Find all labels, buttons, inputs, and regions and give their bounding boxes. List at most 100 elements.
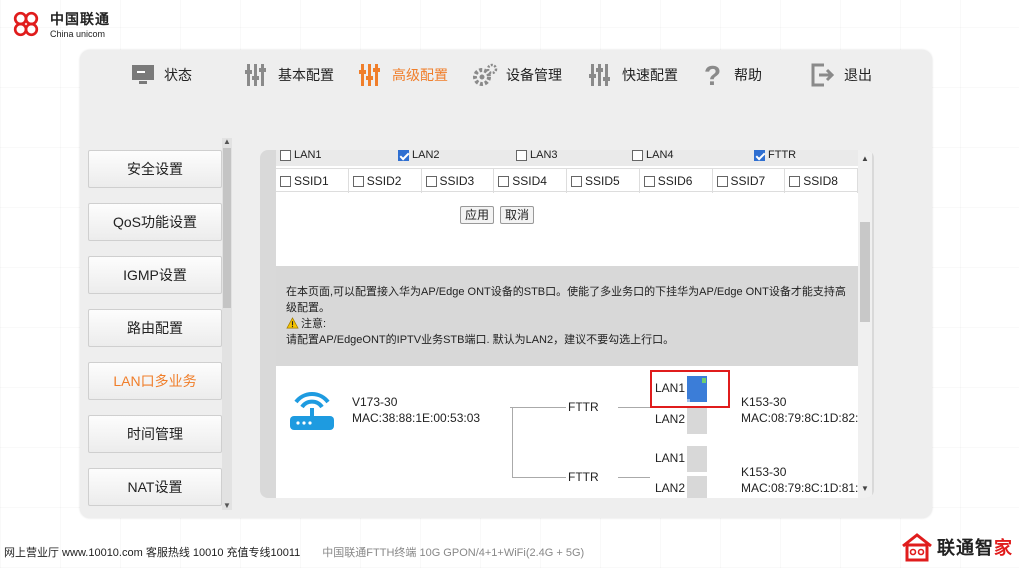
checkbox[interactable] <box>571 175 582 187</box>
port-option[interactable]: LAN4 <box>632 150 674 161</box>
port-label: LAN2 <box>412 150 440 161</box>
content-scrollbar[interactable]: ▲ ▼ <box>858 150 872 498</box>
nav-label: 帮助 <box>734 67 762 83</box>
footer-device-model: 中国联通FTTH终端 10G GPON/4+1+WiFi(2.4G + 5G) <box>322 547 585 559</box>
sub1-lan1-label: LAN1 <box>655 381 686 395</box>
link-line <box>510 407 566 408</box>
nav-status[interactable]: 状态 <box>130 58 192 92</box>
apply-button[interactable]: 应用 <box>460 206 495 224</box>
checkbox[interactable] <box>643 175 655 187</box>
sidebar-item-security[interactable]: 安全设置 <box>88 150 222 188</box>
cancel-button[interactable]: 取消 <box>500 206 535 224</box>
lan-port-icon[interactable] <box>686 444 708 474</box>
scroll-up-arrow-icon[interactable]: ▲ <box>222 138 232 146</box>
link-label-fttr: FTTR <box>568 400 599 414</box>
brand-text-accent: 家 <box>994 538 1013 558</box>
content-inner: LAN1 LAN2 LAN3 LAN4 FTTR SSID1 SSID2 SSI… <box>276 150 858 498</box>
checkbox[interactable] <box>632 150 643 161</box>
sub1-device-mac: MAC:08:79:8C:1D:82: <box>741 411 858 425</box>
checkbox[interactable] <box>498 175 510 187</box>
ssid-option[interactable]: SSID6 <box>640 169 713 193</box>
question-icon: ? <box>704 62 721 88</box>
checkbox[interactable] <box>280 150 291 161</box>
sub2-lan2-label: LAN2 <box>655 481 686 495</box>
scroll-down-arrow-icon[interactable]: ▼ <box>858 484 872 494</box>
nav-basic-config[interactable]: 基本配置 <box>244 58 334 92</box>
ssid-option[interactable]: SSID7 <box>713 169 786 193</box>
scroll-up-arrow-icon[interactable]: ▲ <box>858 154 872 164</box>
port-checkbox-row: LAN1 LAN2 LAN3 LAN4 FTTR <box>276 150 858 166</box>
nav-logout[interactable]: 退出 <box>810 58 872 92</box>
sub2-lan1-label: LAN1 <box>655 451 686 465</box>
logo-english: China unicom <box>50 29 106 39</box>
checkbox-checked[interactable] <box>398 150 409 161</box>
sidebar-item-qos[interactable]: QoS功能设置 <box>88 203 222 241</box>
ssid-option[interactable]: SSID4 <box>494 169 567 193</box>
sidebar-item-igmp[interactable]: IGMP设置 <box>88 256 222 294</box>
ssid-option[interactable]: SSID3 <box>422 169 495 193</box>
footer: 网上营业厅 www.10010.com 客服热线 10010 充值专线10011… <box>4 544 584 560</box>
lan-port-icon[interactable] <box>686 406 708 436</box>
warning-icon <box>286 317 299 329</box>
notice-text-2: 请配置AP/EdgeONT的IPTV业务STB端口. 默认为LAN2，建议不要勾… <box>286 334 675 346</box>
sidebar-item-routing[interactable]: 路由配置 <box>88 309 222 347</box>
sidebar-scroll-thumb[interactable] <box>223 148 231 308</box>
gear-icon <box>473 63 498 86</box>
checkbox-checked[interactable] <box>754 150 765 161</box>
nav-device-management[interactable]: 设备管理 <box>472 58 562 92</box>
sidebar: 安全设置 QoS功能设置 IGMP设置 路由配置 LAN口多业务 时间管理 NA… <box>88 138 238 510</box>
port-label: FTTR <box>768 150 797 161</box>
nav-label: 快速配置 <box>622 67 678 83</box>
form-buttons: 应用 取消 <box>460 206 535 224</box>
sidebar-item-lan-multi-service[interactable]: LAN口多业务 <box>88 362 222 400</box>
lan-port-icon-active[interactable] <box>686 374 708 404</box>
checkbox[interactable] <box>425 175 437 187</box>
nav-quick-config[interactable]: 快速配置 <box>588 58 678 92</box>
checkbox[interactable] <box>716 175 728 187</box>
sliders-icon <box>245 64 266 86</box>
ssid-label: SSID2 <box>366 174 402 188</box>
nav-help[interactable]: ? 帮助 <box>700 58 762 92</box>
china-unicom-logo: 中国联通 China unicom <box>8 6 110 42</box>
checkbox[interactable] <box>789 175 801 187</box>
sub1-lan2-label: LAN2 <box>655 412 686 426</box>
nav-label: 退出 <box>844 67 872 83</box>
brand-text-main: 联通智 <box>937 538 994 558</box>
unicom-knot-icon <box>13 11 39 37</box>
content-scroll-thumb[interactable] <box>860 222 870 322</box>
ssid-option[interactable]: SSID5 <box>567 169 640 193</box>
sub1-device-name: K153-30 <box>741 395 787 409</box>
ssid-label: SSID8 <box>803 174 838 188</box>
ssid-option[interactable]: SSID8 <box>785 169 858 193</box>
nav-advanced-config[interactable]: 高级配置 <box>358 58 448 92</box>
sidebar-scrollbar[interactable]: ▲ ▼ <box>222 138 232 510</box>
nav-label: 基本配置 <box>278 67 334 83</box>
sidebar-item-nat[interactable]: NAT设置 <box>88 468 222 506</box>
scroll-down-arrow-icon[interactable]: ▼ <box>222 502 232 510</box>
sidebar-item-time-management[interactable]: 时间管理 <box>88 415 222 453</box>
top-nav: 状态 基本配置 高级配置 设备管理 快速配置 ? 帮助 退出 <box>80 50 932 102</box>
sliders-icon <box>359 64 380 86</box>
ssid-label: SSID3 <box>439 174 475 188</box>
port-option[interactable]: FTTR <box>754 150 796 161</box>
port-option[interactable]: LAN2 <box>398 150 440 161</box>
checkbox[interactable] <box>280 175 291 187</box>
house-logo-icon <box>902 533 932 562</box>
brand-text: 联通智家 <box>937 534 1013 560</box>
nav-label: 状态 <box>164 67 192 83</box>
lan-port-icon[interactable] <box>686 474 708 498</box>
port-option[interactable]: LAN3 <box>516 150 558 161</box>
ssid-option[interactable]: SSID1 <box>276 169 349 193</box>
ssid-option[interactable]: SSID2 <box>349 169 422 193</box>
nav-label: 高级配置 <box>392 67 448 83</box>
topology-diagram: V173-30 MAC:38:88:1E:00:53:03 FTTR FTTR … <box>276 370 858 498</box>
router-wifi-icon <box>290 392 334 430</box>
ssid-label: SSID1 <box>294 174 329 188</box>
link-line <box>618 407 650 408</box>
port-label: LAN1 <box>294 150 322 161</box>
checkbox[interactable] <box>516 150 527 161</box>
checkbox[interactable] <box>352 175 364 187</box>
main-panel: 状态 基本配置 高级配置 设备管理 快速配置 ? 帮助 退出 安全设置 QoS功… <box>80 50 932 518</box>
port-option[interactable]: LAN1 <box>280 150 322 161</box>
link-line <box>512 477 566 478</box>
